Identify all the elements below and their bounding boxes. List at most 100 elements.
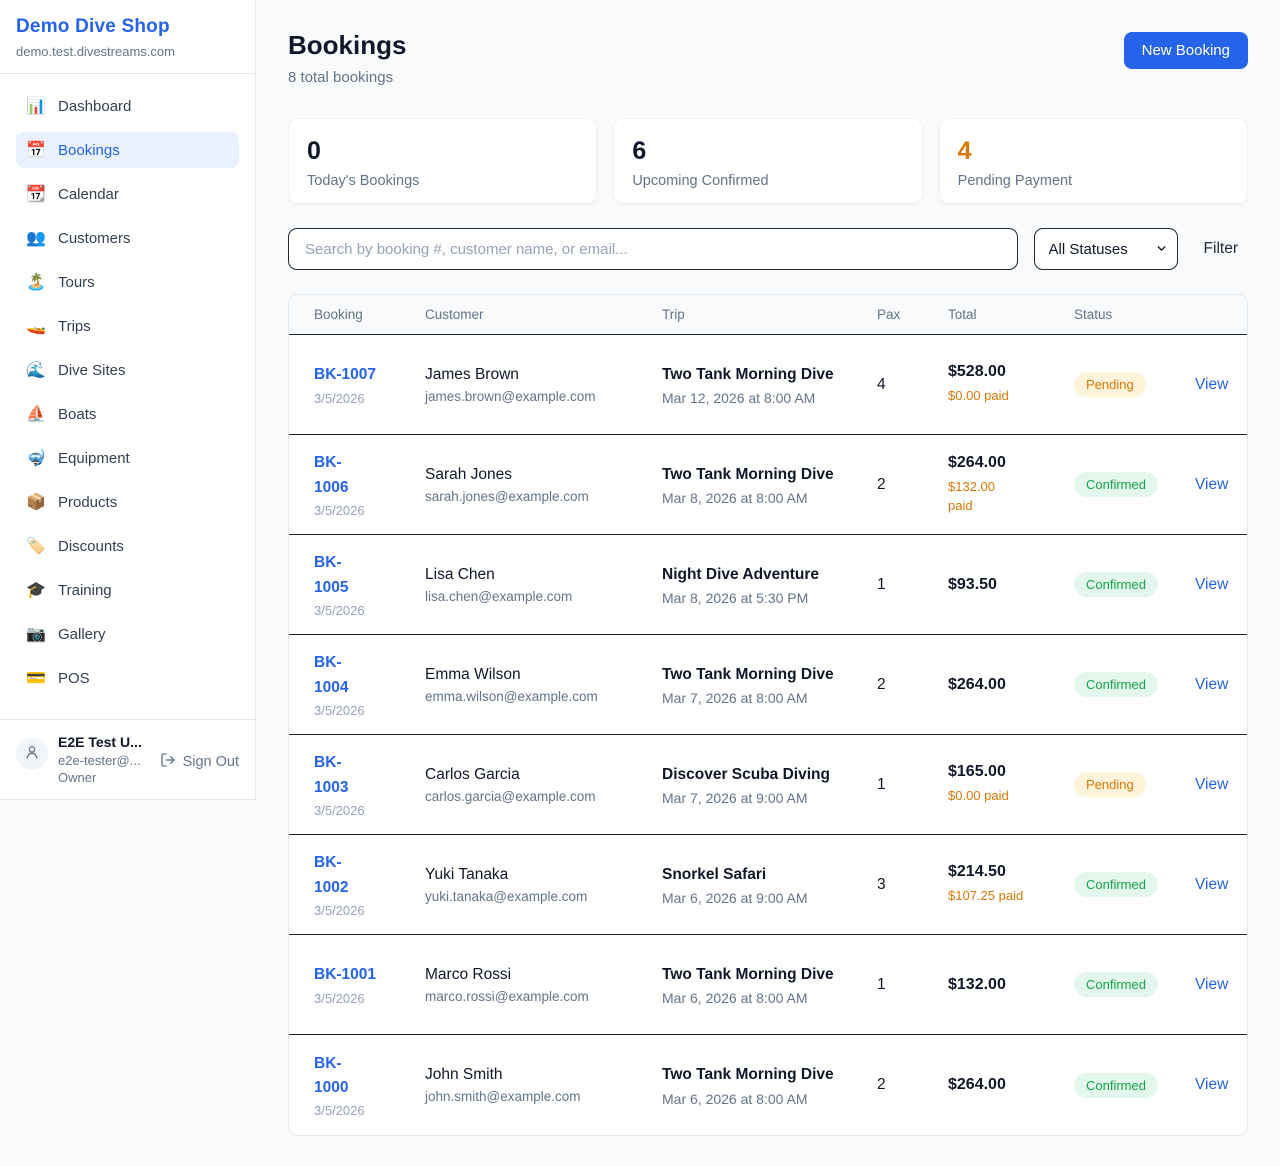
booking-date: 3/5/2026 bbox=[314, 903, 415, 918]
user-icon bbox=[24, 744, 40, 765]
view-link[interactable]: View bbox=[1195, 676, 1228, 693]
status-cell: Confirmed bbox=[1074, 672, 1195, 697]
sidebar-item-pos[interactable]: 💳POS bbox=[16, 660, 239, 696]
booking-date: 3/5/2026 bbox=[314, 503, 415, 518]
sidebar-item-label: Dashboard bbox=[58, 98, 131, 115]
customer-email: carlos.garcia@example.com bbox=[425, 789, 652, 804]
filter-button[interactable]: Filter bbox=[1194, 234, 1248, 264]
sidebar-item-label: Gallery bbox=[58, 626, 106, 643]
sidebar-item-boats[interactable]: ⛵Boats bbox=[16, 396, 239, 432]
filter-controls: All Statuses Filter bbox=[288, 228, 1248, 270]
sidebar-item-customers[interactable]: 👥Customers bbox=[16, 220, 239, 256]
paid-amount: $132.00 paid bbox=[948, 477, 1064, 516]
booking-number-link[interactable]: BK- 1005 bbox=[314, 551, 415, 599]
total-amount: $264.00 bbox=[948, 676, 1064, 694]
new-booking-button[interactable]: New Booking bbox=[1124, 32, 1248, 69]
search-input[interactable] bbox=[288, 228, 1018, 270]
table-body: BK-10073/5/2026James Brownjames.brown@ex… bbox=[289, 335, 1247, 1135]
sidebar-item-dive-sites[interactable]: 🌊 Dive Sites bbox=[16, 352, 239, 388]
sidebar-item-tours[interactable]: 🏝️Tours bbox=[16, 264, 239, 300]
view-link[interactable]: View bbox=[1195, 576, 1228, 593]
user-email: e2e-tester@... bbox=[58, 753, 150, 768]
customer-name: John Smith bbox=[425, 1066, 652, 1084]
booking-date: 3/5/2026 bbox=[314, 391, 415, 406]
view-link[interactable]: View bbox=[1195, 1076, 1228, 1093]
sidebar-item-label: Bookings bbox=[58, 142, 120, 159]
customer-cell: Yuki Tanakayuki.tanaka@example.com bbox=[425, 866, 662, 904]
page-header: Bookings 8 total bookings New Booking bbox=[288, 30, 1248, 86]
stat-card-upcoming-confirmed: 6 Upcoming Confirmed bbox=[613, 118, 922, 204]
booking-cell: BK-1007 3/5/2026 bbox=[314, 363, 425, 405]
avatar bbox=[16, 738, 48, 770]
action-cell: View bbox=[1195, 476, 1238, 494]
trip-datetime: Mar 6, 2026 at 9:00 AM bbox=[662, 890, 867, 906]
sidebar-item-training[interactable]: 🎓Training bbox=[16, 572, 239, 608]
action-cell: View bbox=[1195, 376, 1238, 394]
dive-sites-icon: 🌊 bbox=[26, 360, 46, 380]
boats-icon: ⛵ bbox=[26, 404, 46, 424]
status-badge: Confirmed bbox=[1074, 972, 1158, 997]
status-cell: Confirmed bbox=[1074, 1073, 1195, 1098]
trips-icon: 🚤 bbox=[26, 316, 46, 336]
trip-name: Two Tank Morning Dive bbox=[662, 963, 834, 986]
table-row: BK- 10053/5/2026Lisa Chenlisa.chen@examp… bbox=[289, 535, 1247, 635]
main-content: Bookings 8 total bookings New Booking 0 … bbox=[256, 0, 1280, 1166]
trip-name: Two Tank Morning Dive bbox=[662, 363, 834, 386]
status-badge: Confirmed bbox=[1074, 672, 1158, 697]
status-badge: Confirmed bbox=[1074, 872, 1158, 897]
paid-amount: $0.00 paid bbox=[948, 786, 1064, 806]
view-link[interactable]: View bbox=[1195, 376, 1228, 393]
total-cell: $264.00$132.00 paid bbox=[948, 454, 1074, 516]
sidebar-item-dashboard[interactable]: 📊Dashboard bbox=[16, 88, 239, 124]
total-amount: $528.00 bbox=[948, 363, 1064, 381]
sidebar-item-label: Dive Sites bbox=[58, 362, 126, 379]
pax-count: 1 bbox=[877, 576, 948, 594]
view-link[interactable]: View bbox=[1195, 476, 1228, 493]
sidebar-item-products[interactable]: 📦Products bbox=[16, 484, 239, 520]
booking-number-link[interactable]: BK- 1004 bbox=[314, 651, 415, 699]
booking-number-link[interactable]: BK- 1006 bbox=[314, 451, 415, 499]
sidebar-item-label: Customers bbox=[58, 230, 131, 247]
sidebar-item-equipment[interactable]: 🤿Equipment bbox=[16, 440, 239, 476]
trip-cell: Two Tank Morning DiveMar 6, 2026 at 8:00… bbox=[662, 963, 877, 1006]
customer-cell: Emma Wilsonemma.wilson@example.com bbox=[425, 666, 662, 704]
booking-number-link[interactable]: BK- 1002 bbox=[314, 851, 415, 899]
booking-number-link[interactable]: BK- 1000 bbox=[314, 1052, 415, 1100]
trip-datetime: Mar 6, 2026 at 8:00 AM bbox=[662, 1091, 867, 1107]
sidebar-item-discounts[interactable]: 🏷️ Discounts bbox=[16, 528, 239, 564]
bookings-count: 8 total bookings bbox=[288, 69, 406, 86]
trip-name: Discover Scuba Diving bbox=[662, 763, 834, 786]
table-row: BK- 10063/5/2026Sarah Jonessarah.jones@e… bbox=[289, 435, 1247, 535]
booking-cell: BK- 10053/5/2026 bbox=[314, 551, 425, 617]
customer-name: James Brown bbox=[425, 366, 652, 384]
sidebar-item-gallery[interactable]: 📷Gallery bbox=[16, 616, 239, 652]
bookings-icon: 📅 bbox=[26, 140, 46, 160]
trip-cell: Night Dive AdventureMar 8, 2026 at 5:30 … bbox=[662, 563, 877, 606]
discounts-icon: 🏷️ bbox=[26, 536, 46, 556]
sidebar-item-label: Trips bbox=[58, 318, 91, 335]
customer-name: Sarah Jones bbox=[425, 466, 652, 484]
trip-name: Two Tank Morning Dive bbox=[662, 663, 834, 686]
sidebar-item-bookings[interactable]: 📅 Bookings bbox=[16, 132, 239, 168]
action-cell: View bbox=[1195, 976, 1238, 994]
customer-cell: Carlos Garciacarlos.garcia@example.com bbox=[425, 766, 662, 804]
trip-cell: Two Tank Morning DiveMar 6, 2026 at 8:00… bbox=[662, 1063, 877, 1106]
sidebar-item-trips[interactable]: 🚤 Trips bbox=[16, 308, 239, 344]
booking-number-link[interactable]: BK- 1003 bbox=[314, 751, 415, 799]
booking-date: 3/5/2026 bbox=[314, 1103, 415, 1118]
view-link[interactable]: View bbox=[1195, 876, 1228, 893]
booking-number-link[interactable]: BK-1001 bbox=[314, 963, 415, 987]
sidebar-item-label: Discounts bbox=[58, 538, 124, 555]
status-filter-select[interactable]: All Statuses bbox=[1034, 228, 1178, 270]
user-role: Owner bbox=[58, 770, 150, 785]
status-badge: Pending bbox=[1074, 372, 1146, 397]
sidebar-item-calendar[interactable]: 📆Calendar bbox=[16, 176, 239, 212]
column-header-pax: Pax bbox=[877, 307, 948, 322]
sign-out-button[interactable]: Sign Out bbox=[160, 752, 239, 772]
paid-amount: $0.00 paid bbox=[948, 386, 1064, 406]
trip-datetime: Mar 8, 2026 at 8:00 AM bbox=[662, 490, 867, 506]
view-link[interactable]: View bbox=[1195, 976, 1228, 993]
customer-name: Emma Wilson bbox=[425, 666, 652, 684]
booking-number-link[interactable]: BK-1007 bbox=[314, 363, 415, 387]
view-link[interactable]: View bbox=[1195, 776, 1228, 793]
